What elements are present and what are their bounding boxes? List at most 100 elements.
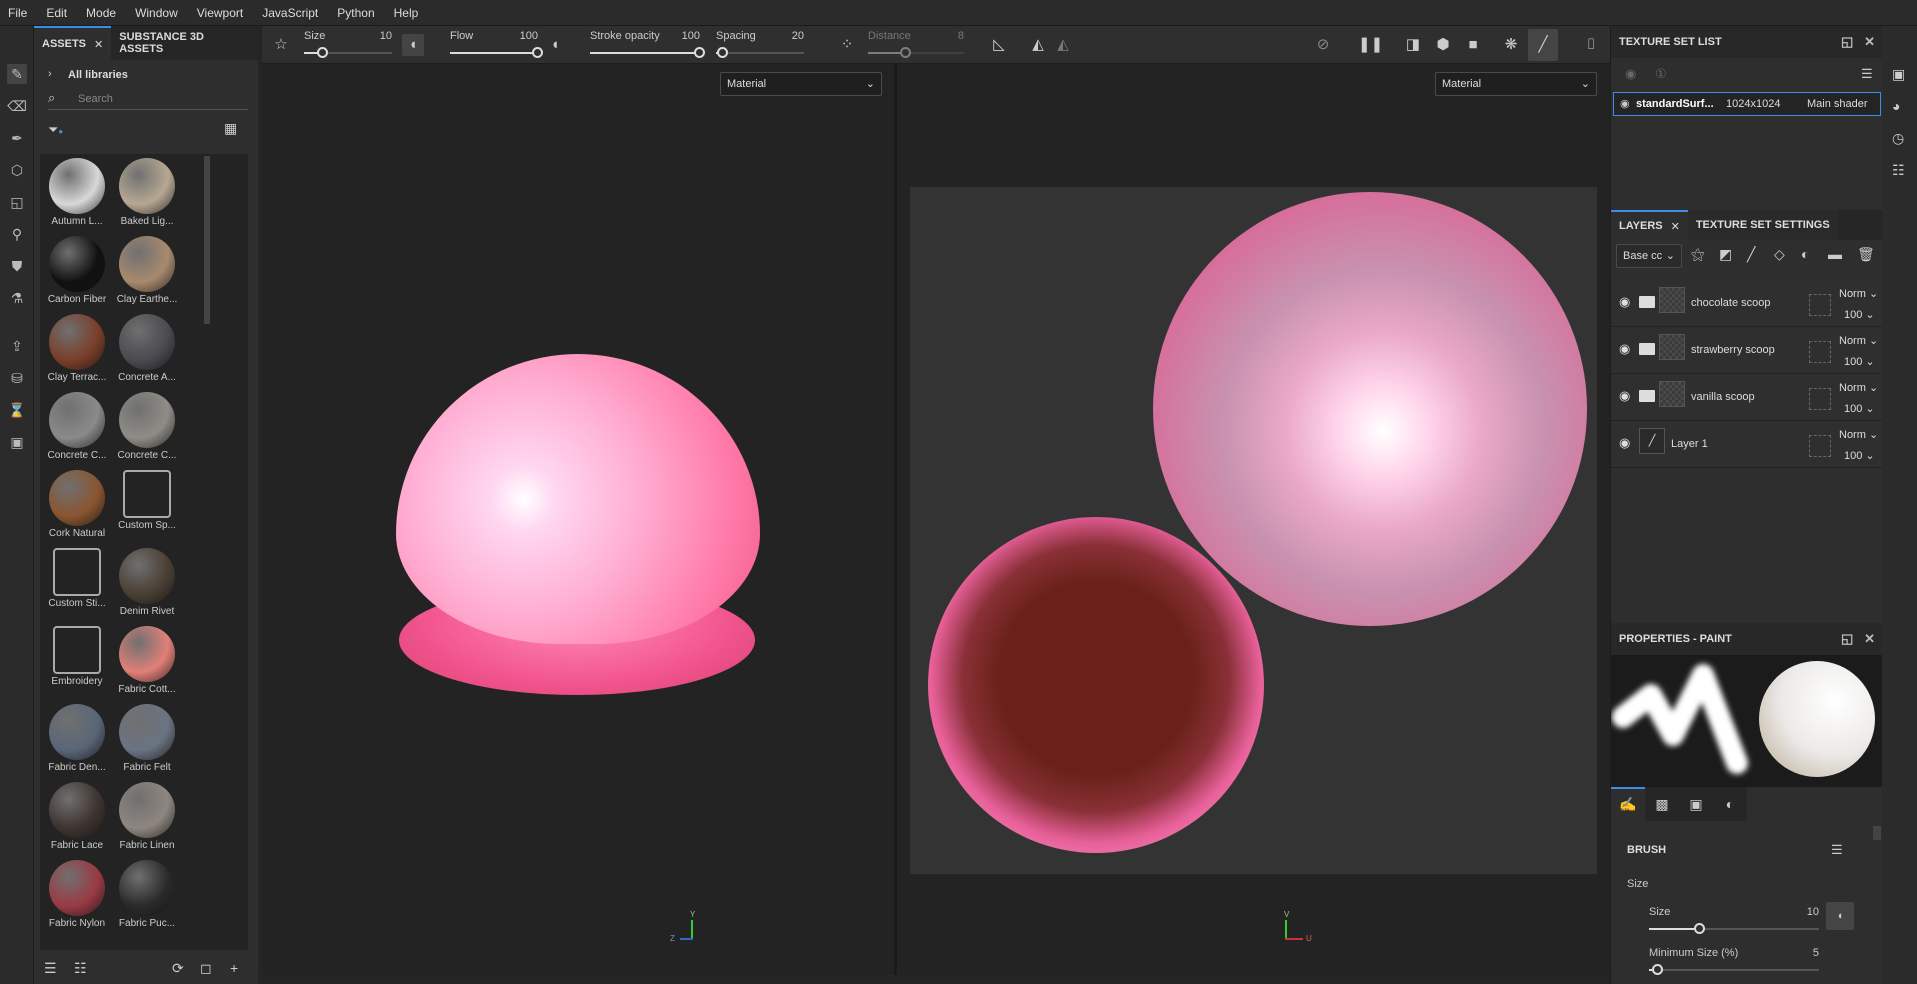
clone-tool-icon[interactable]: ⛊ bbox=[7, 256, 27, 276]
size-slider[interactable]: Size 10 bbox=[304, 28, 392, 62]
filter-icon[interactable]: ⏷● bbox=[48, 122, 63, 138]
flow-slider[interactable]: Flow 100 bbox=[450, 28, 543, 62]
symmetry-settings-icon[interactable]: ◭ bbox=[1052, 34, 1074, 56]
library-selector[interactable]: All libraries bbox=[68, 69, 128, 81]
paint-mode-icon[interactable]: ╱ bbox=[1528, 29, 1558, 61]
asset-item[interactable]: Concrete C... bbox=[42, 388, 112, 466]
eye-icon[interactable]: ◉ bbox=[1619, 341, 1630, 357]
screenshot-icon[interactable]: ⌷ bbox=[1580, 34, 1602, 56]
eye-icon[interactable]: ◉ bbox=[1619, 294, 1630, 310]
undock-icon[interactable]: ◱ bbox=[1841, 34, 1853, 49]
log-icon[interactable]: ☷ bbox=[1892, 162, 1905, 179]
asset-item[interactable]: Concrete C... bbox=[112, 388, 182, 466]
close-icon[interactable]: ✕ bbox=[1671, 220, 1680, 233]
layer-row[interactable]: ◉ ╱ Layer 1 Norm ⌄ 100 ⌄ bbox=[1611, 421, 1883, 468]
add-paint-layer-icon[interactable]: ╱ bbox=[1747, 246, 1755, 263]
menu-javascript[interactable]: JavaScript bbox=[262, 6, 318, 20]
menu-edit[interactable]: Edit bbox=[46, 6, 67, 20]
channel-select[interactable]: Base cc ⌄ bbox=[1616, 244, 1682, 268]
hourglass-icon[interactable]: ⌛ bbox=[7, 400, 27, 420]
asset-item[interactable]: Clay Terrac... bbox=[42, 310, 112, 388]
split-view-icon[interactable]: ◨ bbox=[1402, 34, 1424, 56]
minimum-size-slider[interactable]: Minimum Size (%) 5 bbox=[1649, 945, 1819, 979]
close-icon[interactable]: ✕ bbox=[1864, 631, 1875, 646]
opacity-select[interactable]: 100 ⌄ bbox=[1844, 402, 1875, 415]
asset-item[interactable]: Cork Natural bbox=[42, 466, 112, 544]
asset-item[interactable]: Fabric Puc... bbox=[112, 856, 182, 934]
alpha-tab-icon[interactable]: ▩ bbox=[1645, 787, 1679, 821]
add-fill-layer-icon[interactable]: ◩ bbox=[1719, 246, 1732, 263]
layer-row[interactable]: ◉ strawberry scoop Norm ⌄ 100 ⌄ bbox=[1611, 327, 1883, 374]
pen-pressure-size-icon[interactable]: ◖ bbox=[402, 34, 424, 56]
polygon-fill-icon[interactable]: ◱ bbox=[7, 192, 27, 212]
asset-item[interactable]: Autumn L... bbox=[42, 154, 112, 232]
camera-icon[interactable]: ■ bbox=[1462, 34, 1484, 56]
export-icon[interactable]: ⇪ bbox=[7, 336, 27, 356]
opacity-select[interactable]: 100 ⌄ bbox=[1844, 449, 1875, 462]
display-mode-icon[interactable]: ⬢ bbox=[1432, 34, 1454, 56]
menu-python[interactable]: Python bbox=[337, 6, 374, 20]
eraser-tool-icon[interactable]: ⌫ bbox=[7, 96, 27, 116]
layer-mask-slot[interactable] bbox=[1809, 341, 1831, 363]
menu-file[interactable]: File bbox=[8, 6, 27, 20]
folder-list-icon[interactable]: ☷ bbox=[74, 960, 87, 977]
asset-item[interactable]: Denim Rivet bbox=[112, 544, 182, 622]
asset-item[interactable]: Concrete A... bbox=[112, 310, 182, 388]
chevron-right-icon[interactable]: › bbox=[48, 68, 52, 80]
asset-item[interactable]: Custom Sti... bbox=[42, 544, 112, 622]
brush-tab-icon[interactable]: ✍ bbox=[1611, 787, 1645, 821]
symmetry-icon[interactable]: ◭ bbox=[1027, 34, 1049, 56]
asset-item[interactable]: Fabric Lace bbox=[42, 778, 112, 856]
tab-texture-set-settings[interactable]: TEXTURE SET SETTINGS bbox=[1687, 210, 1838, 240]
eye-icon[interactable]: ◉ bbox=[1619, 435, 1630, 451]
hide-mask-icon[interactable]: ⊘ bbox=[1312, 34, 1334, 56]
line-curve-icon[interactable]: ◺ bbox=[988, 34, 1010, 56]
tab-substance-3d-assets[interactable]: SUBSTANCE 3D ASSETS bbox=[111, 26, 258, 60]
blend-mode-select[interactable]: Norm ⌄ bbox=[1839, 428, 1878, 441]
display-settings-icon[interactable]: ▣ bbox=[1892, 66, 1905, 83]
delete-layer-icon[interactable]: 🗑 bbox=[1857, 246, 1875, 263]
close-icon[interactable]: ✕ bbox=[1864, 34, 1875, 49]
pen-pressure-flow-icon[interactable]: ◖ bbox=[544, 34, 566, 56]
paint-brush-tool-icon[interactable]: ✎ bbox=[7, 64, 27, 84]
projection-tool-icon[interactable]: ✒ bbox=[7, 128, 27, 148]
menu-viewport[interactable]: Viewport bbox=[197, 6, 243, 20]
menu-window[interactable]: Window bbox=[135, 6, 178, 20]
render-icon[interactable]: ▣ bbox=[7, 432, 27, 452]
layer-row[interactable]: ◉ vanilla scoop Norm ⌄ 100 ⌄ bbox=[1611, 374, 1883, 421]
menu-help[interactable]: Help bbox=[394, 6, 419, 20]
viewport-3d[interactable]: Material ⌄ Y Z bbox=[262, 64, 894, 975]
stencil-tab-icon[interactable]: ▣ bbox=[1679, 787, 1713, 821]
search-field[interactable]: ⌕ Search bbox=[48, 88, 248, 110]
visibility-all-icon[interactable]: ◉ bbox=[1625, 66, 1636, 82]
solo-icon[interactable]: ① bbox=[1655, 66, 1667, 82]
brush-size-slider[interactable]: Size 10 bbox=[1649, 904, 1819, 938]
texture-set-row[interactable]: ◉ standardSurf... 1024x1024 Main shader bbox=[1613, 92, 1881, 116]
opacity-select[interactable]: 100 ⌄ bbox=[1844, 355, 1875, 368]
shader-settings-icon[interactable]: ◕ bbox=[1892, 98, 1900, 114]
lazy-mouse-icon[interactable]: ⁘ bbox=[836, 34, 858, 56]
stroke-opacity-slider[interactable]: Stroke opacity 100 bbox=[590, 28, 705, 62]
viewport-uv[interactable]: Material ⌄ V U bbox=[897, 64, 1610, 975]
viewport-uv-mode-select[interactable]: Material ⌄ bbox=[1435, 72, 1597, 96]
asset-item[interactable]: Custom Sp... bbox=[112, 466, 182, 544]
brush-preset-icon[interactable]: ☆ bbox=[270, 34, 292, 56]
viewport-3d-mode-select[interactable]: Material ⌄ bbox=[720, 72, 882, 96]
eye-icon[interactable]: ◉ bbox=[1620, 97, 1630, 110]
geometry-fill-icon[interactable]: ⬡ bbox=[7, 160, 27, 180]
blend-mode-select[interactable]: Norm ⌄ bbox=[1839, 381, 1878, 394]
distance-slider[interactable]: Distance 8 bbox=[868, 28, 964, 62]
grid-view-icon[interactable]: ▦ bbox=[224, 120, 237, 137]
asset-item[interactable]: Fabric Linen bbox=[112, 778, 182, 856]
asset-item[interactable]: Fabric Cott... bbox=[112, 622, 182, 700]
asset-item[interactable]: Embroidery bbox=[42, 622, 112, 700]
layer-mask-slot[interactable] bbox=[1809, 294, 1831, 316]
asset-item[interactable]: Fabric Nylon bbox=[42, 856, 112, 934]
color-picker-icon[interactable]: ⚗ bbox=[7, 288, 27, 308]
bake-icon[interactable]: ⛁ bbox=[7, 368, 27, 388]
smudge-tool-icon[interactable]: ⚲ bbox=[7, 224, 27, 244]
new-window-icon[interactable]: ◻ bbox=[200, 960, 212, 977]
asset-item[interactable]: Carbon Fiber bbox=[42, 232, 112, 310]
blend-mode-select[interactable]: Norm ⌄ bbox=[1839, 287, 1878, 300]
layer-mask-slot[interactable] bbox=[1809, 388, 1831, 410]
